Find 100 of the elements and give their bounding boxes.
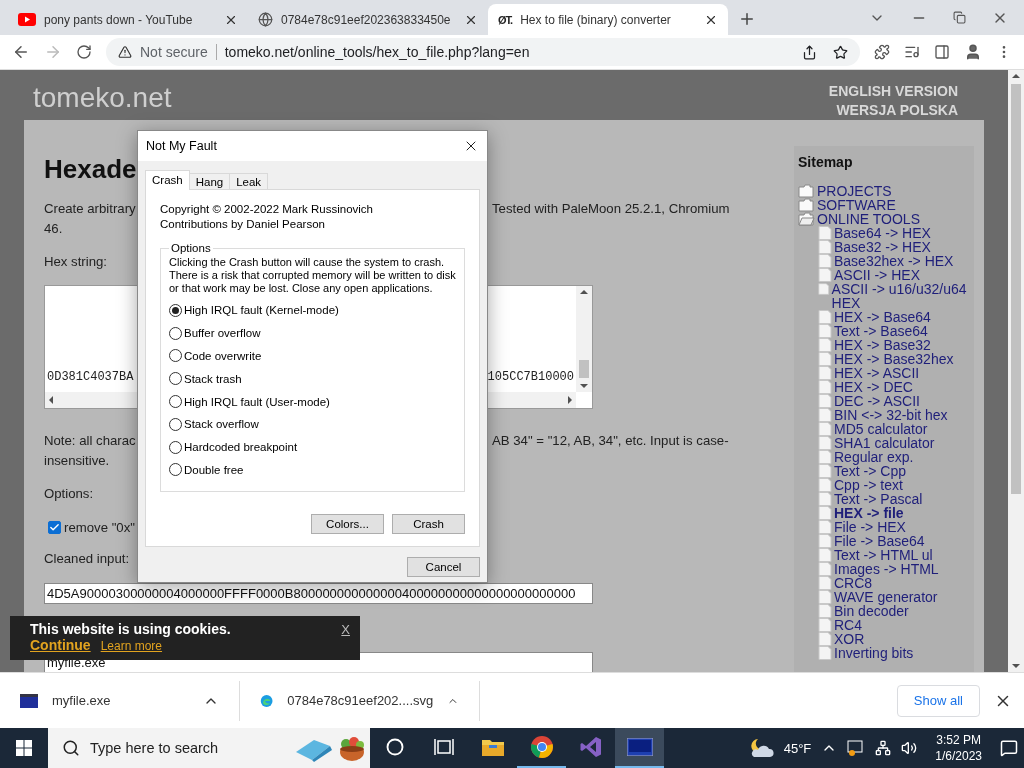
language-link[interactable]: WERSJA POLSKA bbox=[836, 102, 958, 118]
sitemap-link[interactable]: Base64 -> HEX bbox=[834, 226, 931, 240]
sitemap-link[interactable]: File -> HEX bbox=[834, 520, 906, 534]
back-icon[interactable] bbox=[12, 43, 30, 61]
sitemap-link[interactable]: XOR bbox=[834, 632, 865, 646]
document-icon bbox=[818, 338, 832, 352]
share-icon[interactable] bbox=[802, 44, 817, 60]
radio-label: Buffer overflow bbox=[184, 327, 261, 340]
clock[interactable]: 3:52 PM 1/6/2023 bbox=[935, 732, 982, 764]
document-icon bbox=[818, 464, 832, 478]
globe-icon bbox=[258, 12, 273, 27]
radio-button[interactable] bbox=[169, 395, 182, 409]
cleaned-input-field[interactable]: 4D5A90000300000004000000FFFF0000B800000000000000400000000000000000000000 bbox=[44, 583, 593, 604]
sitemap-link[interactable]: HEX -> DEC bbox=[834, 380, 913, 394]
sitemap-folder-link[interactable]: ONLINE TOOLS bbox=[817, 212, 920, 226]
address-bar[interactable]: Not secure tomeko.net/online_tools/hex_to_file.php?lang=en bbox=[106, 38, 860, 66]
radio-button[interactable] bbox=[169, 372, 182, 386]
sitemap-link[interactable]: Images -> HTML bbox=[834, 562, 939, 576]
new-tab-icon[interactable] bbox=[738, 10, 756, 28]
document-icon bbox=[818, 240, 832, 254]
volume-icon[interactable] bbox=[901, 740, 918, 756]
document-icon bbox=[818, 394, 832, 408]
sitemap-folder-link[interactable]: PROJECTS bbox=[817, 184, 892, 198]
reload-icon[interactable] bbox=[76, 44, 92, 60]
dialog-tab[interactable]: Crash bbox=[145, 170, 190, 190]
radio-button[interactable] bbox=[169, 440, 182, 454]
sitemap-link[interactable]: File -> Base64 bbox=[834, 534, 925, 548]
learn-more-link[interactable]: Learn more bbox=[100, 639, 163, 653]
download-item[interactable]: 0784e78c91eef202....svg bbox=[240, 680, 480, 721]
field-label: Hex string: bbox=[44, 253, 108, 271]
sitemap-link[interactable]: Cpp -> text bbox=[834, 478, 903, 492]
sitemap-link[interactable]: Inverting bits bbox=[834, 646, 914, 660]
sitemap-link[interactable]: SHA1 calculator bbox=[834, 436, 935, 450]
sitemap-link[interactable]: ASCII -> HEX bbox=[834, 268, 920, 282]
sitemap-link[interactable]: HEX -> Base32hex bbox=[834, 352, 954, 366]
sitemap-link[interactable]: Regular exp. bbox=[834, 450, 914, 464]
side-panel-icon[interactable] bbox=[934, 44, 950, 60]
sitemap-link[interactable]: MD5 calculator bbox=[834, 422, 928, 436]
document-icon bbox=[818, 646, 832, 660]
notification-icon[interactable] bbox=[1000, 739, 1018, 757]
close-link[interactable]: X bbox=[341, 622, 350, 637]
credit-text: Contributions by Daniel Pearson bbox=[160, 217, 326, 232]
sitemap-link[interactable]: Text -> Base64 bbox=[834, 324, 928, 338]
cancel-button[interactable]: Cancel bbox=[407, 557, 480, 577]
radio-button[interactable] bbox=[169, 303, 182, 317]
radio-button[interactable] bbox=[169, 417, 182, 431]
sitemap-link[interactable]: ASCII -> u16/u32/u64 HEX bbox=[831, 282, 970, 310]
document-icon bbox=[818, 282, 830, 296]
page-title: Hexade bbox=[44, 153, 137, 185]
sitemap-link[interactable]: HEX -> ASCII bbox=[834, 366, 920, 380]
show-all-button[interactable]: Show all bbox=[896, 684, 980, 717]
chrome-icon bbox=[529, 735, 554, 759]
browser-tab[interactable]: ØT. Hex to file (binary) converter bbox=[488, 4, 728, 35]
taskbar-app-button[interactable] bbox=[615, 728, 664, 768]
dialog-button[interactable]: Colors... bbox=[311, 514, 384, 535]
sitemap-link[interactable]: HEX -> Base64 bbox=[834, 310, 931, 324]
sitemap-link[interactable]: Text -> Cpp bbox=[834, 464, 906, 478]
network-icon[interactable] bbox=[875, 740, 892, 756]
sitemap-link[interactable]: RC4 bbox=[834, 618, 862, 632]
dialog-button[interactable]: Crash bbox=[392, 514, 465, 535]
document-icon bbox=[818, 548, 832, 562]
sitemap-link[interactable]: BIN <-> 32-bit hex bbox=[834, 408, 948, 422]
site-logo[interactable]: tomeko.net bbox=[33, 82, 172, 120]
document-icon bbox=[818, 422, 832, 436]
sitemap-link[interactable]: CRC8 bbox=[834, 576, 873, 590]
taskbar-search-field[interactable]: Type here to search bbox=[48, 728, 370, 768]
sitemap-link[interactable]: Bin decoder bbox=[834, 604, 909, 618]
language-link[interactable]: ENGLISH VERSION bbox=[828, 83, 958, 99]
sitemap-link[interactable]: Base32hex -> HEX bbox=[834, 254, 954, 268]
browser-tab[interactable]: 0784e78c91eef202363833450e bbox=[248, 4, 488, 35]
star-icon[interactable] bbox=[833, 44, 848, 60]
download-item[interactable]: myfile.exe bbox=[0, 680, 240, 721]
document-icon bbox=[818, 492, 832, 506]
checkbox-label: remove "0x" bbox=[64, 520, 135, 535]
sitemap-folder-link[interactable]: SOFTWARE bbox=[817, 198, 896, 212]
document-icon bbox=[818, 408, 832, 422]
radio-button[interactable] bbox=[169, 326, 182, 340]
radio-button[interactable] bbox=[169, 349, 182, 363]
browser-tab[interactable]: pony pants down - YouTube bbox=[8, 4, 248, 35]
continue-link[interactable]: Continue bbox=[30, 637, 91, 653]
radio-label: Stack overflow bbox=[184, 418, 259, 431]
dialog-tab[interactable]: Hang bbox=[188, 173, 231, 190]
sitemap-link[interactable]: Text -> Pascal bbox=[834, 492, 923, 506]
site-favicon: ØT. bbox=[498, 13, 513, 26]
checkbox[interactable] bbox=[48, 521, 61, 534]
sitemap-link[interactable]: WAVE generator bbox=[834, 590, 938, 604]
document-icon bbox=[818, 590, 832, 604]
extensions-icon[interactable] bbox=[874, 44, 890, 60]
radio-button[interactable] bbox=[169, 463, 182, 477]
dialog-tab[interactable]: Leak bbox=[229, 173, 269, 190]
field-label: Cleaned input: bbox=[44, 550, 130, 568]
sitemap-link[interactable]: Text -> HTML ul bbox=[834, 548, 933, 562]
restore-icon[interactable] bbox=[953, 11, 966, 24]
folder-icon bbox=[480, 737, 505, 757]
sitemap-link[interactable]: DEC -> ASCII bbox=[834, 394, 920, 408]
sitemap-link[interactable]: HEX -> file bbox=[834, 506, 904, 520]
sitemap-link[interactable]: HEX -> Base32 bbox=[834, 338, 931, 352]
profile-icon[interactable] bbox=[964, 43, 982, 61]
media-icon[interactable] bbox=[904, 44, 920, 60]
sitemap-link[interactable]: Base32 -> HEX bbox=[834, 240, 931, 254]
